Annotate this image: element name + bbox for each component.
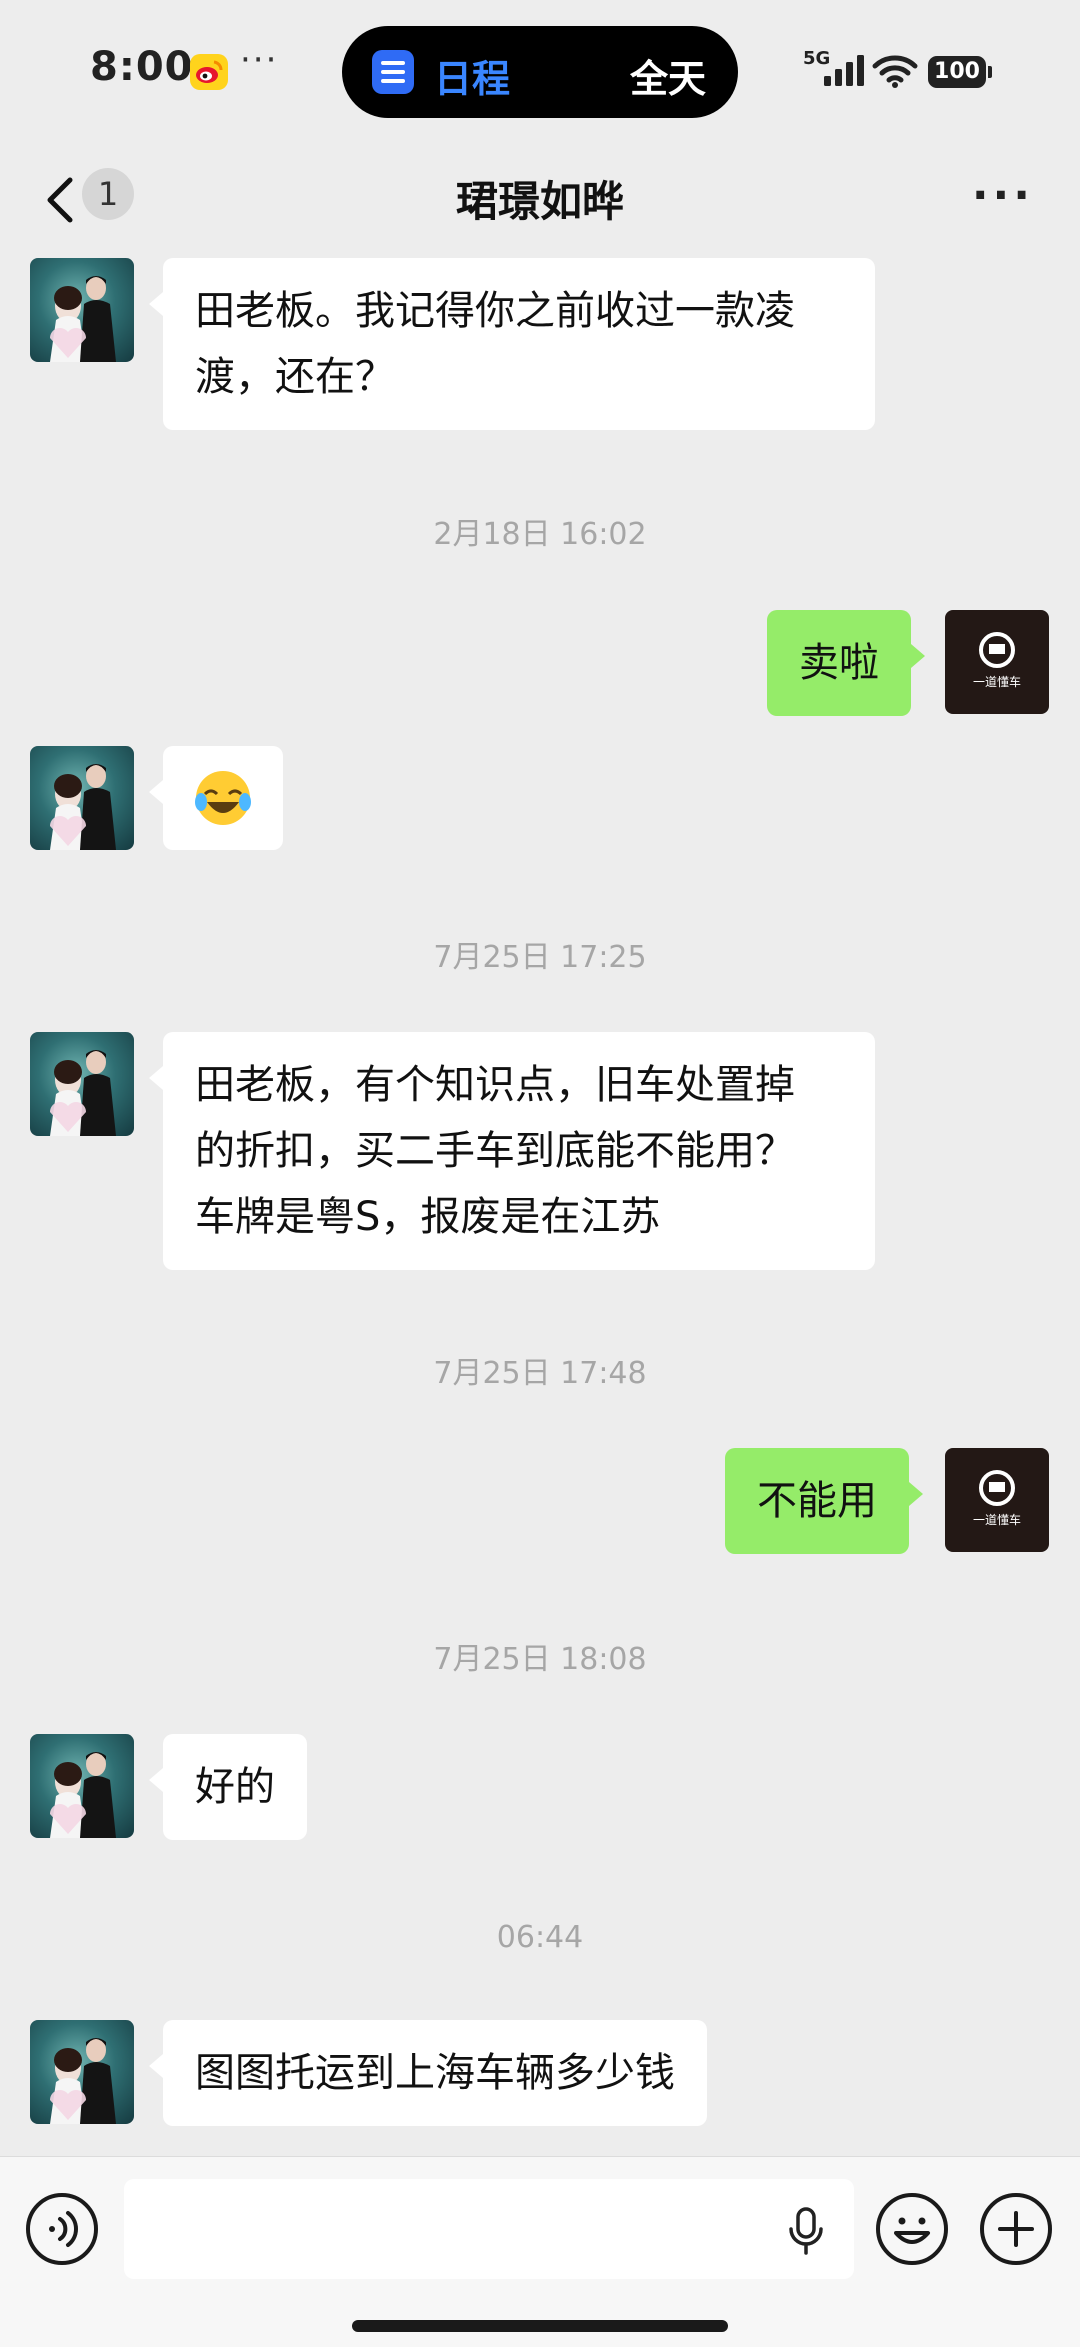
- calendar-icon: [372, 50, 414, 94]
- message-timestamp: 7月25日 17:25: [433, 940, 647, 975]
- more-options-button[interactable]: ···: [972, 170, 1034, 221]
- status-bar: 8:00 ··· 日程 全天 5G 100: [0, 0, 1080, 150]
- message-bubble-received[interactable]: 好的: [149, 1734, 307, 1840]
- my-avatar-logo-text: 一道懂车: [973, 674, 1021, 689]
- message-timestamp: 7月25日 17:48: [433, 1356, 647, 1391]
- home-indicator[interactable]: [352, 2320, 728, 2332]
- contact-avatar[interactable]: [30, 1734, 134, 1838]
- my-avatar[interactable]: 一道懂车: [945, 610, 1049, 714]
- message-timestamp: 7月25日 18:08: [433, 1642, 647, 1677]
- weibo-icon: [190, 54, 228, 90]
- laughing-crying-emoji-icon: [195, 771, 251, 825]
- message-bubble-received[interactable]: 田老板，有个知识点，旧车处置掉 的折扣，买二手车到底能不能用？ 车牌是粤S，报废…: [149, 1032, 875, 1270]
- signal-icon: [824, 55, 864, 86]
- chat-header: 1 珺璟如晔 ···: [0, 150, 1080, 255]
- plus-icon[interactable]: [980, 2193, 1052, 2265]
- contact-avatar[interactable]: [30, 1032, 134, 1136]
- chat-input-bar: [0, 2156, 1080, 2347]
- message-bubble-received[interactable]: 图图托运到上海车辆多少钱: [149, 2020, 707, 2126]
- message-bubble-received-emoji[interactable]: [149, 746, 283, 850]
- message-bubble-sent[interactable]: 卖啦: [767, 610, 925, 716]
- island-title: 日程: [434, 57, 511, 101]
- mic-icon[interactable]: [788, 2207, 824, 2255]
- battery-indicator: 100: [928, 56, 992, 88]
- chat-title: 珺璟如晔: [455, 177, 624, 226]
- my-avatar-logo-text: 一道懂车: [973, 1512, 1021, 1527]
- message-bubble-received[interactable]: 田老板。我记得你之前收过一款凌 渡，还在？: [149, 258, 875, 430]
- message-timestamp: 06:44: [496, 1920, 584, 1955]
- voice-icon[interactable]: [26, 2193, 98, 2265]
- dynamic-island-calendar[interactable]: 日程 全天: [342, 26, 738, 118]
- notification-dots: ···: [240, 40, 279, 80]
- contact-avatar[interactable]: [30, 258, 134, 362]
- contact-avatar[interactable]: [30, 746, 134, 850]
- status-time: 8:00: [90, 44, 194, 90]
- message-input-field[interactable]: [124, 2179, 854, 2279]
- emoji-icon[interactable]: [876, 2193, 948, 2265]
- message-timestamp: 2月18日 16:02: [433, 517, 647, 552]
- island-status: 全天: [629, 57, 706, 101]
- contact-avatar[interactable]: [30, 2020, 134, 2124]
- wifi-icon: [872, 55, 918, 88]
- message-bubble-sent[interactable]: 不能用: [725, 1448, 923, 1554]
- my-avatar[interactable]: 一道懂车: [945, 1448, 1049, 1552]
